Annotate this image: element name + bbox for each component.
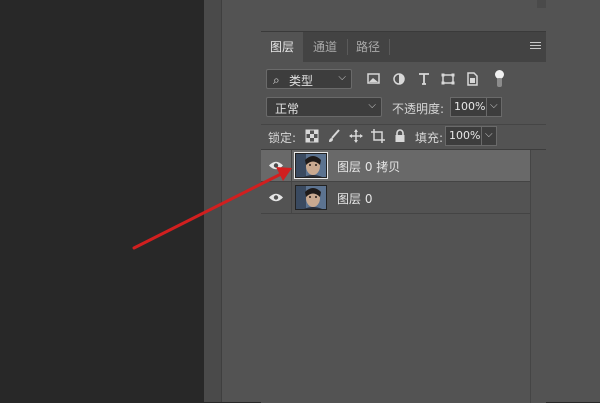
lock-row: 锁定: 填充: 100% ⌵ [261,124,546,149]
layer-row[interactable]: 图层 0 拷贝 [261,150,531,182]
type-filter-icon[interactable] [416,69,432,89]
eye-icon [269,193,283,202]
fill-label: 填充: [415,131,444,145]
visibility-toggle[interactable] [261,150,292,181]
filter-type-select[interactable]: ⌕ 类型 ⌵ [266,69,352,89]
visibility-toggle[interactable] [261,182,292,213]
layers-list: 图层 0 拷贝 图层 0 [261,149,546,403]
tab-layers[interactable]: 图层 [261,32,303,62]
layers-panel: 图层 通道 路径 ⌕ 类型 ⌵ 正常 ⌵ 不透明度: 100% ⌵ 锁定: 填充… [261,32,546,403]
chevron-down-icon: ⌵ [368,100,376,111]
search-icon: ⌕ [273,73,280,87]
chevron-down-icon: ⌵ [338,72,346,83]
panel-menu-icon[interactable] [530,42,541,51]
adjustment-filter-icon[interactable] [391,69,407,89]
opacity-dropdown[interactable]: ⌵ [487,97,502,117]
canvas-area[interactable] [0,0,204,402]
filter-type-label: 类型 [289,74,314,88]
fill-input[interactable]: 100% [445,126,482,146]
image-filter-icon[interactable] [366,69,382,89]
layer-thumbnail[interactable] [295,185,327,210]
lock-label: 锁定: [268,131,297,145]
opacity-label: 不透明度: [392,102,445,116]
filter-toggle-stem [497,78,502,87]
blend-mode-value: 正常 [275,102,300,116]
chevron-down-icon: ⌵ [490,100,498,111]
lock-all-icon[interactable] [393,129,407,143]
blend-row: 正常 ⌵ 不透明度: 100% ⌵ [266,97,541,119]
layers-scrollbar[interactable] [530,150,546,403]
upper-panel-scrollbar[interactable] [537,0,546,8]
tab-divider [347,39,348,55]
tab-channels[interactable]: 通道 [305,32,345,62]
panel-tabs: 图层 通道 路径 [261,32,546,62]
lock-artboard-icon[interactable] [371,129,385,143]
blend-mode-select[interactable]: 正常 ⌵ [266,97,382,117]
filter-row: ⌕ 类型 ⌵ [266,69,541,91]
right-dock-strip [546,0,600,402]
shape-filter-icon[interactable] [440,69,456,89]
upper-panel [261,0,546,32]
lock-transparent-pixels-icon[interactable] [305,129,319,143]
lock-image-pixels-icon[interactable] [327,129,341,143]
tab-divider [389,39,390,55]
panel-gutter [204,0,221,402]
eye-icon [269,161,283,170]
opacity-input[interactable]: 100% [450,97,487,117]
layer-thumbnail[interactable] [294,152,328,179]
chevron-down-icon: ⌵ [485,129,493,140]
layer-name[interactable]: 图层 0 [337,190,372,207]
tab-paths[interactable]: 路径 [349,32,387,62]
lock-position-icon[interactable] [349,129,363,143]
panel-dock-strip [221,0,262,402]
layer-name[interactable]: 图层 0 拷贝 [337,158,400,175]
fill-dropdown[interactable]: ⌵ [482,126,497,146]
layer-row[interactable]: 图层 0 [261,182,531,214]
smart-object-filter-icon[interactable] [464,69,480,89]
